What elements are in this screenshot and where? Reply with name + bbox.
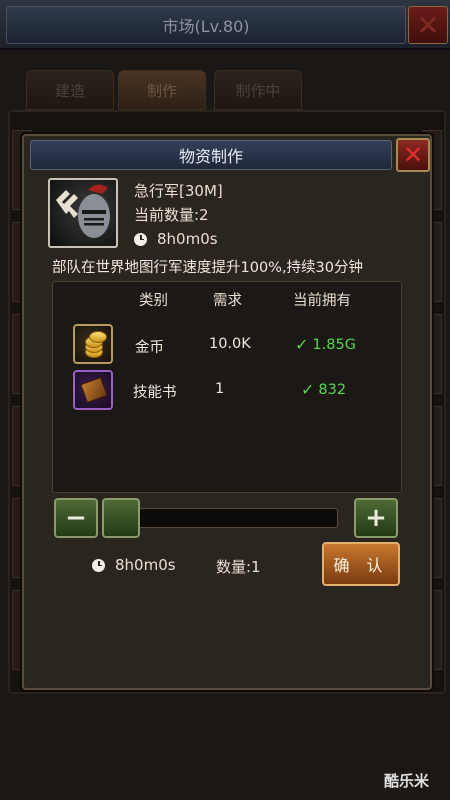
- check-icon: ✓: [301, 380, 315, 399]
- row-gold-have: ✓ 1.85G: [295, 335, 356, 354]
- plus-button[interactable]: +: [354, 498, 398, 538]
- row-book-name: 技能书: [133, 385, 177, 401]
- row-gold-name: 金币: [135, 340, 164, 356]
- item-quantity: 当前数量:2: [134, 206, 209, 224]
- market-title: 市场(Lv.80): [6, 6, 406, 44]
- plus-icon: +: [365, 503, 387, 533]
- clock-icon: [134, 232, 147, 246]
- check-icon: ✓: [295, 335, 309, 354]
- row-book-have: ✓ 832: [301, 380, 346, 399]
- header-type: 类别: [139, 293, 168, 309]
- row-book-need: 1: [215, 381, 225, 397]
- slider-handle[interactable]: [102, 498, 140, 538]
- clock-icon: [92, 558, 105, 572]
- craft-time-value: 8h0m0s: [115, 556, 176, 574]
- tab-build[interactable]: 建造: [26, 70, 114, 110]
- row-gold-have-value: 1.85G: [312, 336, 356, 353]
- close-icon: ✕: [416, 8, 440, 42]
- item-time-value: 8h0m0s: [157, 230, 218, 248]
- market-close-button[interactable]: ✕: [408, 6, 448, 44]
- top-bar: 市场(Lv.80) ✕: [0, 0, 450, 50]
- craft-quantity: 数量:1: [216, 558, 261, 576]
- item-time: 8h0m0s: [134, 230, 218, 248]
- skill-book-icon: [73, 370, 113, 410]
- craft-time: 8h0m0s: [92, 556, 176, 574]
- watermark: 酷乐米: [384, 772, 430, 790]
- close-icon: ✕: [402, 141, 424, 169]
- dialog-title: 物资制作: [30, 140, 392, 170]
- requirements-table: 类别 需求 当前拥有 金币 10.0K ✓ 1.85G 技能书 1 ✓ 832: [52, 281, 402, 493]
- dialog-close-button[interactable]: ✕: [396, 138, 430, 172]
- header-have: 当前拥有: [293, 293, 351, 309]
- tab-craft[interactable]: 制作: [118, 70, 206, 110]
- craft-dialog: 物资制作 ✕ 急行军[30M] 当前数量:2 8h0m0s 部队在世界地图行军速…: [22, 134, 432, 690]
- minus-button[interactable]: −: [54, 498, 98, 538]
- minus-icon: −: [65, 503, 87, 533]
- row-book-have-value: 832: [318, 381, 347, 398]
- header-need: 需求: [213, 293, 242, 309]
- item-name: 急行军[30M]: [134, 182, 223, 200]
- item-description: 部队在世界地图行军速度提升100%,持续30分钟: [52, 260, 364, 276]
- gold-coins-icon: [73, 324, 113, 364]
- knight-helmet-icon: [48, 178, 118, 248]
- row-gold-need: 10.0K: [209, 336, 251, 352]
- tab-crafting[interactable]: 制作中: [214, 70, 302, 110]
- confirm-button[interactable]: 确 认: [322, 542, 400, 586]
